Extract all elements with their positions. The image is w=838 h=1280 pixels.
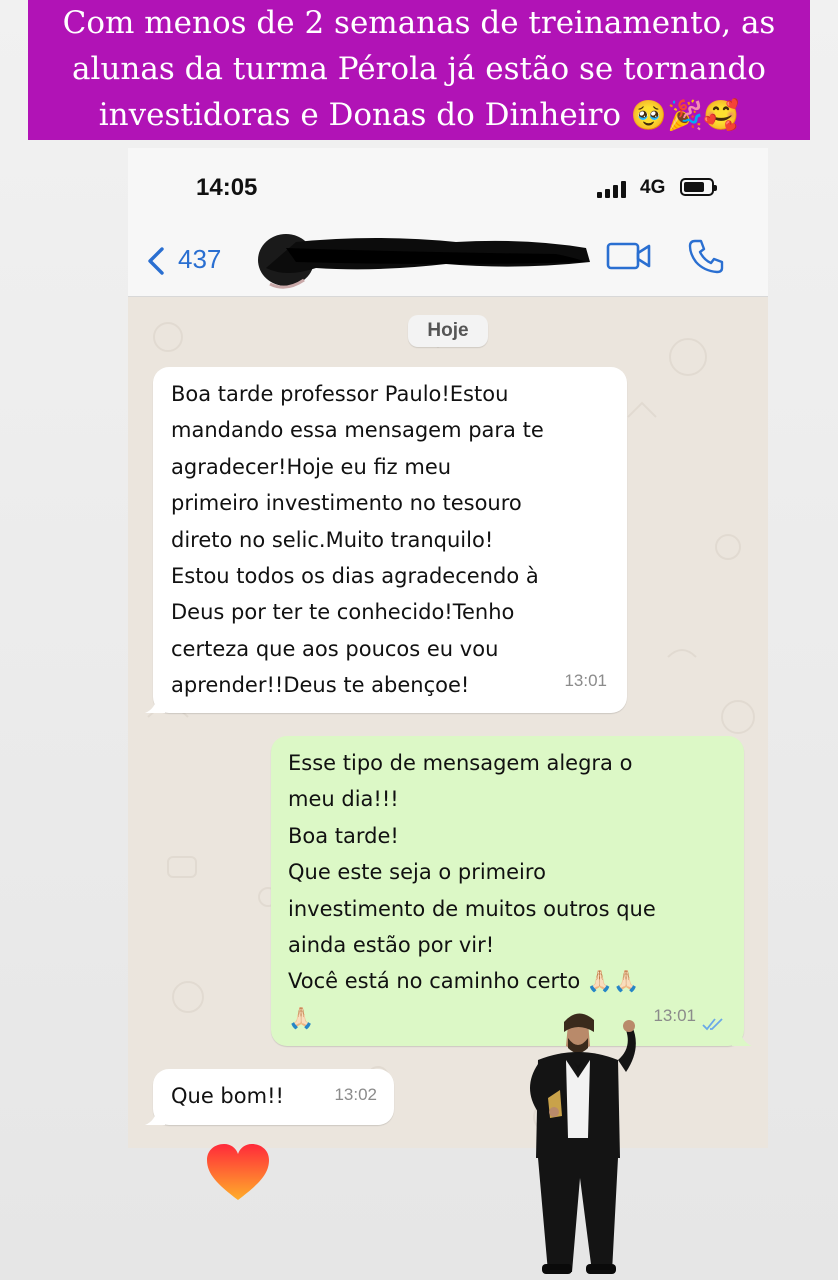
signal-strength-icon [597, 180, 627, 198]
message-timestamp: 13:01 [653, 1005, 696, 1025]
caption-line-3-text: investidoras e Donas do Dinheiro [98, 97, 622, 133]
message-bubble-incoming[interactable]: Que bom!! 13:02 [145, 1069, 394, 1125]
message-line: Estou todos os dias agradecendo à [171, 564, 539, 589]
network-type: 4G [640, 177, 666, 198]
caption-line-3: investidoras e Donas do Dinheiro 🥹🎉🥰 [28, 92, 810, 138]
video-call-icon[interactable] [606, 240, 652, 272]
chat-messages-area[interactable]: Hoje Boa tarde professor Paulo!Estou man… [128, 297, 768, 1148]
bubble-tail [145, 697, 165, 713]
double-check-icon [702, 1018, 723, 1031]
message-line: Boa tarde professor Paulo!Estou [171, 382, 509, 406]
whatsapp-screenshot: 14:05 4G 437 Hoje Boa tarde professor Pa… [128, 148, 768, 1148]
caption-emojis: 🥹🎉🥰 [630, 98, 740, 132]
message-line: Esse tipo de mensagem alegra o [288, 751, 633, 775]
message-line: primeiro investimento no tesouro [171, 491, 522, 516]
message-line: investimento de muitos outros que [288, 896, 656, 921]
bubble-tail [732, 1030, 752, 1046]
message-line: Deus por ter te conhecido!Tenho [171, 600, 515, 625]
chevron-left-icon [148, 247, 164, 275]
message-line: Que este seja o primeiro [288, 860, 546, 885]
message-text: Esse tipo de mensagem alegra o meu dia!!… [288, 745, 744, 1036]
story-caption-banner: Com menos de 2 semanas de treinamento, a… [28, 0, 810, 140]
message-line: certeza que aos poucos eu vou [171, 636, 499, 661]
caption-line-2: alunas da turma Pérola já estão se torna… [72, 51, 766, 87]
message-line: meu dia!!! [288, 787, 399, 812]
celebrating-person-sticker [530, 1013, 636, 1274]
status-time: 14:05 [196, 174, 258, 201]
message-bubble-outgoing[interactable]: Esse tipo de mensagem alegra o meu dia!!… [271, 736, 752, 1046]
redacted-contact-name [258, 234, 590, 289]
battery-icon [680, 178, 717, 196]
message-line: Boa tarde! [288, 823, 399, 848]
message-timestamp: 13:01 [564, 670, 607, 690]
message-line: agradecer!Hoje eu fiz meu [171, 454, 452, 479]
message-line: aprender!!Deus te abençoe! [171, 673, 470, 698]
message-bubble-incoming[interactable]: Boa tarde professor Paulo!Estou mandando… [145, 367, 627, 713]
message-line: direto no selic.Muito tranquilo! [171, 527, 494, 552]
heart-icon [207, 1144, 269, 1200]
unread-count: 437 [178, 244, 222, 274]
message-line: Você está no caminho certo 🙏🏻🙏🏻 [288, 969, 640, 994]
status-bar: 14:05 4G [128, 148, 768, 220]
date-divider: Hoje [408, 315, 488, 347]
back-button[interactable]: 437 [140, 240, 230, 280]
bubble-tail [145, 1109, 165, 1125]
message-line: mandando essa mensagem para te [171, 418, 544, 443]
message-line: ainda estão por vir! [288, 933, 495, 958]
chat-header: 437 [128, 220, 768, 297]
phone-call-icon[interactable] [686, 236, 726, 276]
message-text: Boa tarde professor Paulo!Estou mandando… [171, 376, 627, 704]
caption-line-1: Com menos de 2 semanas de treinamento, a… [62, 5, 776, 41]
message-timestamp: 13:02 [334, 1084, 377, 1104]
